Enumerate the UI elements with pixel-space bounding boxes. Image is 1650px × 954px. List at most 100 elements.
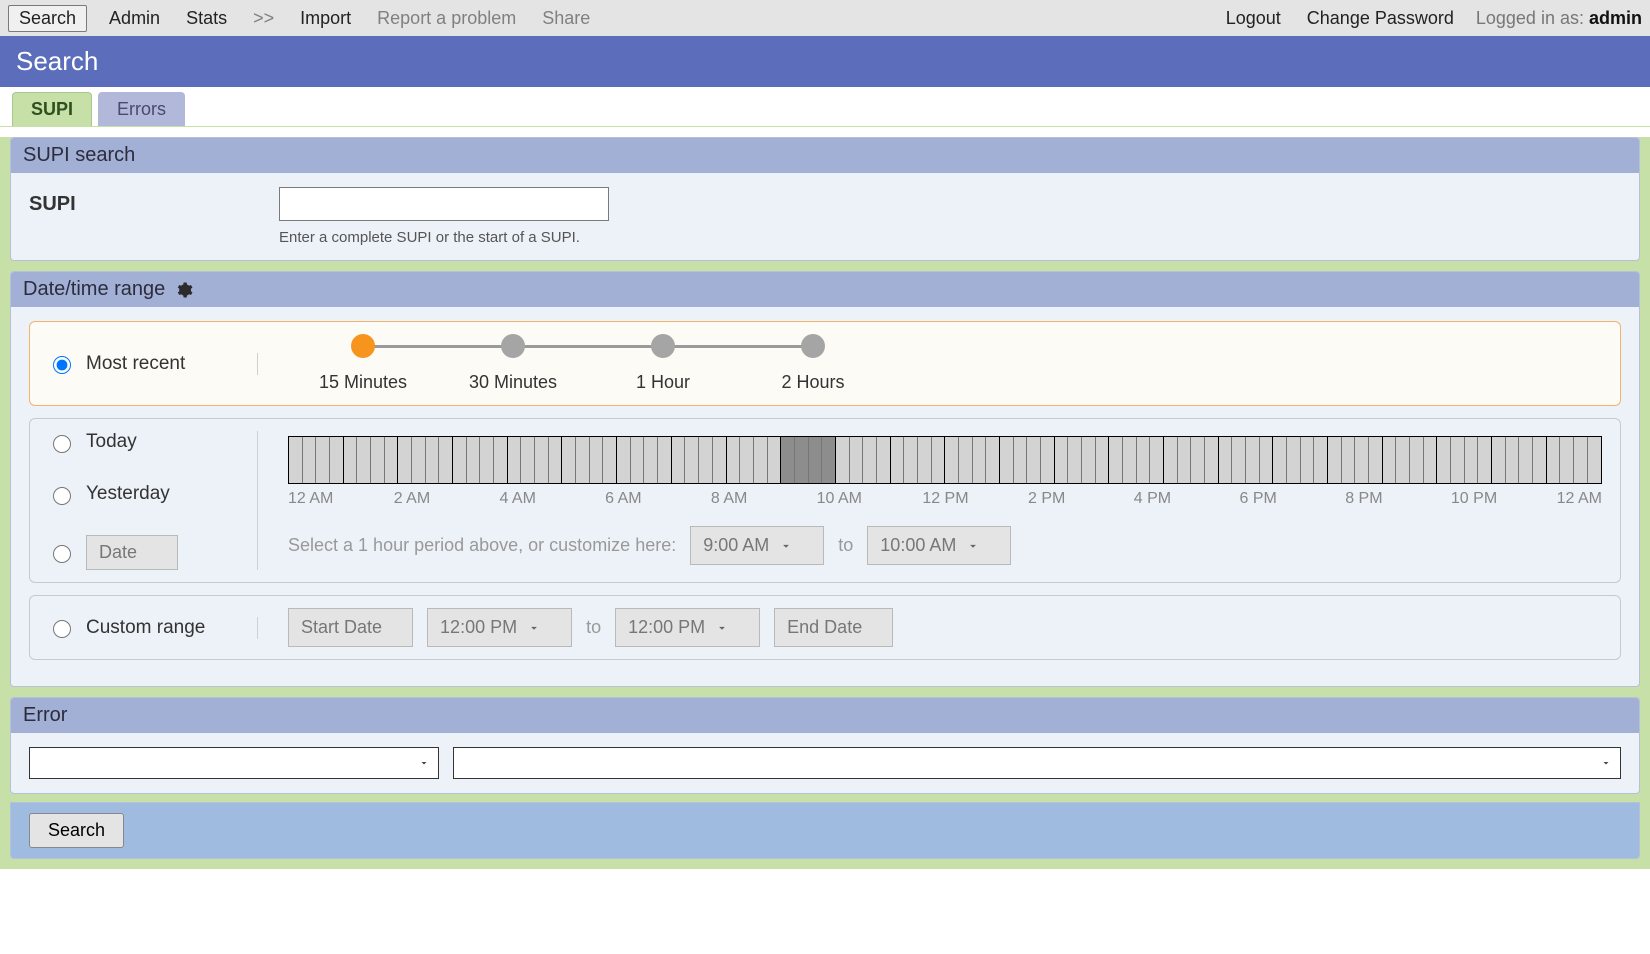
search-button[interactable]: Search [29,813,124,848]
timeline-slot[interactable] [1533,437,1547,483]
timeline-slot[interactable] [904,437,918,483]
radio-yesterday[interactable]: Yesterday [48,483,237,505]
timeline-slot[interactable] [576,437,590,483]
radio-custom-range[interactable]: Custom range [48,617,237,639]
timeline-slot[interactable] [1219,437,1233,483]
timeline-slot[interactable] [1574,437,1588,483]
timeline-slot[interactable] [850,437,864,483]
timeline[interactable] [288,436,1602,484]
timeline-slot[interactable] [467,437,481,483]
timeline-slot[interactable] [1055,437,1069,483]
menu-search[interactable]: Search [8,5,87,32]
timeline-slot[interactable] [1096,437,1110,483]
slider-dot-15min[interactable] [351,334,375,358]
timeline-slot[interactable] [1164,437,1178,483]
timeline-slot[interactable] [412,437,426,483]
timeline-slot[interactable] [631,437,645,483]
radio-most-recent[interactable]: Most recent [48,353,237,375]
timeline-slot[interactable] [439,437,453,483]
timeline-slot[interactable] [1000,437,1014,483]
timeline-slot[interactable] [781,437,795,483]
menu-admin[interactable]: Admin [105,6,164,31]
timeline-slot[interactable] [918,437,932,483]
timeline-slot[interactable] [973,437,987,483]
timeline-slot[interactable] [1492,437,1506,483]
timeline-slot[interactable] [562,437,576,483]
timeline-slot[interactable] [1547,437,1561,483]
timeline-slot[interactable] [1301,437,1315,483]
supi-input[interactable] [279,187,609,221]
timeline-slot[interactable] [1246,437,1260,483]
timeline-slot[interactable] [1383,437,1397,483]
timeline-slot[interactable] [1068,437,1082,483]
timeline-slot[interactable] [1369,437,1383,483]
timeline-slot[interactable] [1191,437,1205,483]
timeline-slot[interactable] [672,437,686,483]
custom-start-time[interactable]: 12:00 PM [427,608,572,647]
timeline-slot[interactable] [1273,437,1287,483]
timeline-slot[interactable] [1314,437,1328,483]
timeline-slot[interactable] [891,437,905,483]
timeline-slot[interactable] [768,437,782,483]
timeline-slot[interactable] [1109,437,1123,483]
timeline-slot[interactable] [385,437,399,483]
menu-stats[interactable]: Stats [182,6,231,31]
timeline-slot[interactable] [1410,437,1424,483]
timeline-slot[interactable] [1560,437,1574,483]
custom-end-date[interactable]: End Date [774,608,893,647]
timeline-slot[interactable] [603,437,617,483]
timeline-slot[interactable] [754,437,768,483]
timeline-slot[interactable] [877,437,891,483]
timeline-slot[interactable] [822,437,836,483]
timeline-slot[interactable] [713,437,727,483]
timeline-slot[interactable] [1588,437,1602,483]
menu-import[interactable]: Import [296,6,355,31]
timeline-slot[interactable] [1506,437,1520,483]
radio-today-input[interactable] [53,435,71,453]
tab-errors[interactable]: Errors [98,92,185,126]
timeline-slot[interactable] [1205,437,1219,483]
timeline-slot[interactable] [1014,437,1028,483]
timeline-slot[interactable] [863,437,877,483]
timeline-slot[interactable] [699,437,713,483]
timeline-slot[interactable] [535,437,549,483]
timeline-slot[interactable] [945,437,959,483]
timeline-slot[interactable] [932,437,946,483]
error-select-1[interactable] [29,747,439,779]
timeline-slot[interactable] [494,437,508,483]
timeline-slot[interactable] [1232,437,1246,483]
custom-start-date[interactable]: Start Date [288,608,413,647]
timeline-slot[interactable] [1519,437,1533,483]
timeline-slot[interactable] [508,437,522,483]
slider-dot-2hr[interactable] [801,334,825,358]
timeline-slot[interactable] [426,437,440,483]
timeline-slot[interactable] [1424,437,1438,483]
timeline-slot[interactable] [1355,437,1369,483]
timeline-slot[interactable] [1328,437,1342,483]
timeline-slot[interactable] [727,437,741,483]
timeline-slot[interactable] [303,437,317,483]
timeline-slot[interactable] [617,437,631,483]
radio-yesterday-input[interactable] [53,487,71,505]
day-end-time-select[interactable]: 10:00 AM [867,526,1011,565]
timeline-slot[interactable] [1041,437,1055,483]
timeline-slot[interactable] [685,437,699,483]
timeline-slot[interactable] [289,437,303,483]
timeline-slot[interactable] [644,437,658,483]
timeline-slot[interactable] [344,437,358,483]
timeline-slot[interactable] [1178,437,1192,483]
timeline-slot[interactable] [1465,437,1479,483]
timeline-slot[interactable] [740,437,754,483]
timeline-slot[interactable] [480,437,494,483]
timeline-slot[interactable] [1478,437,1492,483]
custom-end-time[interactable]: 12:00 PM [615,608,760,647]
timeline-slot[interactable] [1260,437,1274,483]
timeline-slot[interactable] [357,437,371,483]
timeline-slot[interactable] [836,437,850,483]
timeline-slot[interactable] [371,437,385,483]
menu-change-password[interactable]: Change Password [1303,6,1458,31]
error-select-2[interactable] [453,747,1621,779]
timeline-slot[interactable] [316,437,330,483]
timeline-slot[interactable] [453,437,467,483]
slider-dot-1hr[interactable] [651,334,675,358]
